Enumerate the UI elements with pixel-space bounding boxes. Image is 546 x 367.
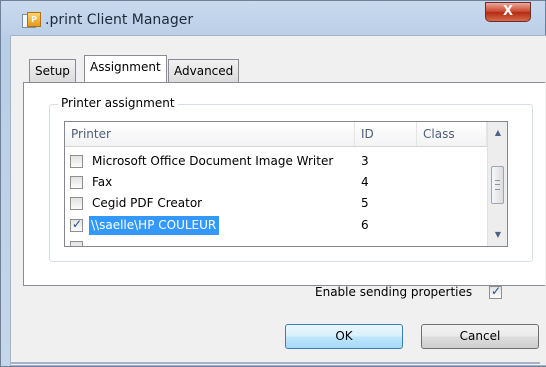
printer-name: Fax — [92, 175, 113, 189]
dialog-window: P .print Client Manager X Setup Assignme… — [0, 0, 546, 367]
printer-id: 5 — [361, 196, 369, 210]
close-icon: X — [502, 4, 514, 19]
list-item-selected[interactable]: \\saelle\HP COULEUR 6 — [65, 216, 487, 236]
print-client-app-icon: P — [22, 12, 41, 28]
tab-setup[interactable]: Setup — [29, 59, 76, 82]
title-bar[interactable]: P .print Client Manager X — [1, 1, 545, 35]
row-checkbox-checked[interactable] — [70, 217, 83, 232]
printer-name: Cegid PDF Creator — [92, 196, 203, 210]
close-button[interactable]: X — [485, 2, 531, 22]
printer-list[interactable]: Printer ID Class Microsoft Office Docume… — [64, 121, 508, 247]
list-item-partial[interactable] — [65, 238, 487, 246]
printer-name-selected: \\saelle\HP COULEUR — [89, 216, 220, 235]
app-logo-icon: P — [27, 12, 41, 27]
tab-assignment[interactable]: Assignment — [84, 55, 167, 82]
enable-sending-checkbox[interactable] — [489, 284, 502, 299]
column-header-printer[interactable]: Printer — [65, 122, 355, 146]
window-title: .print Client Manager — [45, 12, 194, 28]
cancel-button[interactable]: Cancel — [421, 324, 539, 349]
list-item[interactable]: Fax 4 — [65, 173, 487, 193]
row-checkbox[interactable] — [70, 241, 83, 246]
list-header: Printer ID Class — [65, 122, 487, 147]
grip-icon — [495, 180, 500, 190]
list-item[interactable]: Cegid PDF Creator 5 — [65, 194, 487, 214]
printer-id: 6 — [361, 218, 369, 232]
scroll-up-icon[interactable]: ▲ — [488, 124, 507, 141]
column-header-id[interactable]: ID — [355, 122, 417, 146]
column-header-class[interactable]: Class — [417, 122, 487, 146]
scroll-thumb[interactable] — [491, 166, 504, 204]
printer-name: Microsoft Office Document Image Writer — [92, 154, 334, 168]
row-checkbox[interactable] — [70, 197, 83, 210]
group-title: Printer assignment — [58, 96, 178, 110]
ok-button[interactable]: OK — [285, 324, 403, 349]
window-bottom-edge — [10, 362, 540, 364]
enable-sending-label: Enable sending properties — [315, 285, 473, 299]
list-item[interactable]: Microsoft Office Document Image Writer 3 — [65, 152, 487, 172]
printer-id: 3 — [361, 154, 369, 168]
scroll-down-icon[interactable]: ▼ — [488, 226, 507, 243]
printer-id: 4 — [361, 175, 369, 189]
row-checkbox[interactable] — [70, 176, 83, 189]
tab-advanced[interactable]: Advanced — [168, 59, 240, 82]
list-scrollbar[interactable]: ▲ ▼ — [487, 122, 507, 246]
row-checkbox[interactable] — [70, 155, 83, 168]
